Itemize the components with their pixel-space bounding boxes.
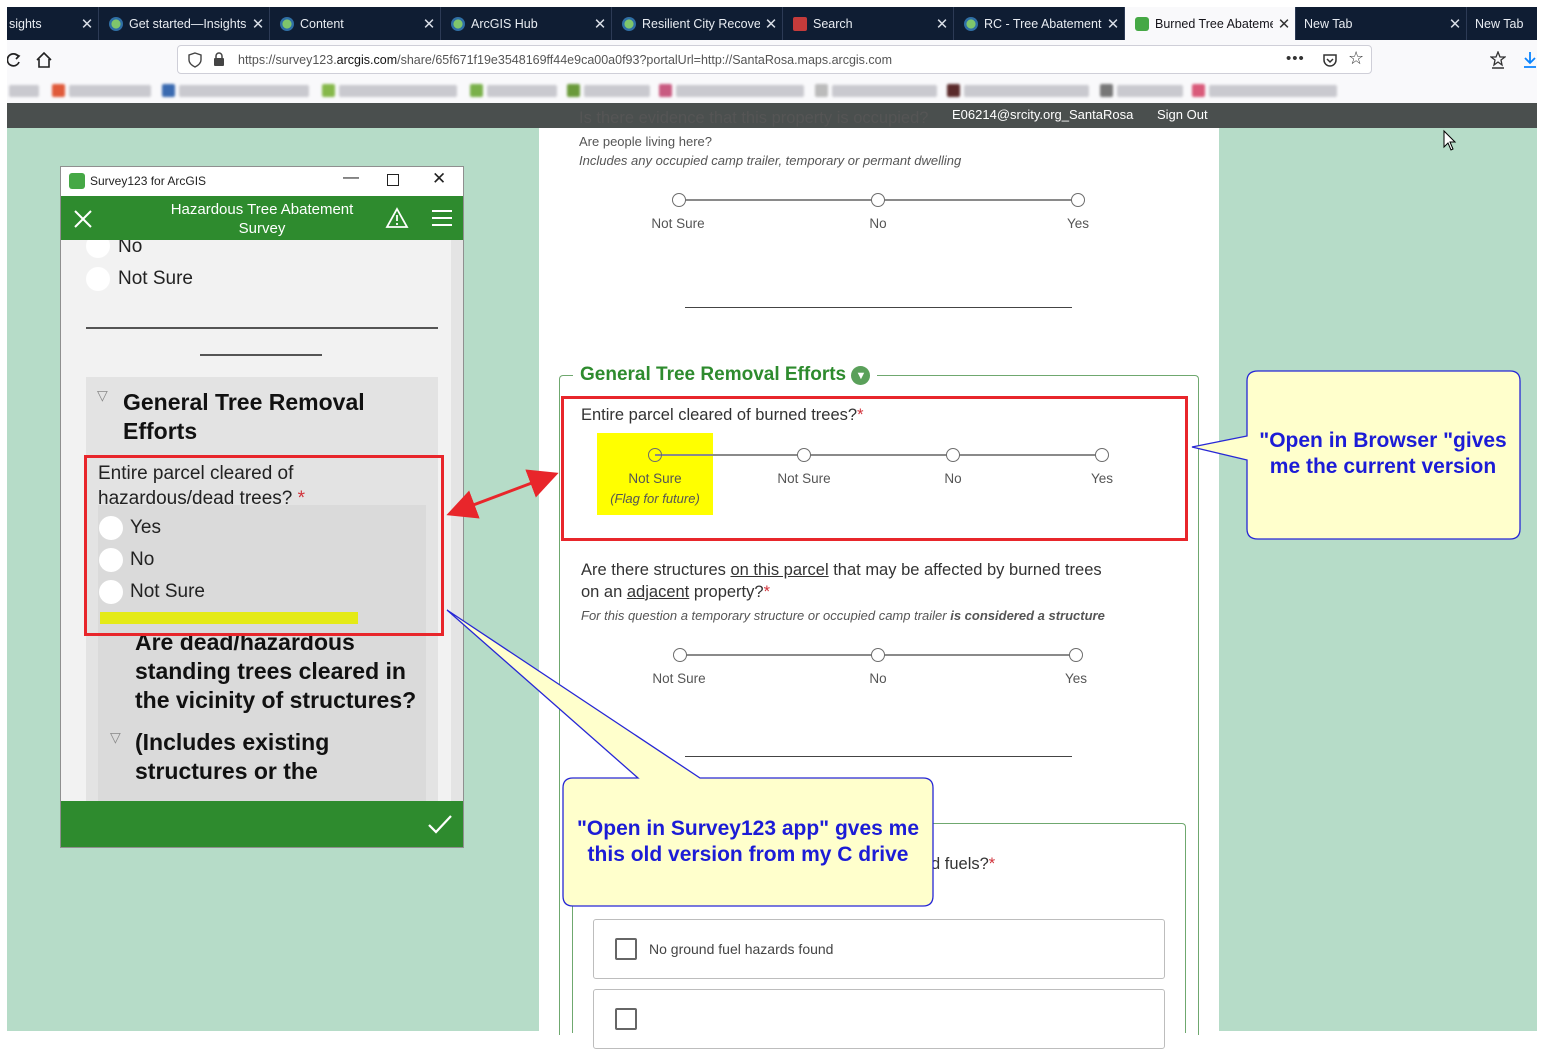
- mouse-cursor-icon: [1443, 129, 1457, 151]
- annotation-overlay: [446, 129, 1521, 907]
- callout-app-text: "Open in Survey123 app" gves me this old…: [576, 817, 920, 866]
- callout-browser-text: "Open in Browser "gives me the current v…: [1259, 429, 1507, 478]
- double-arrow: [446, 469, 559, 519]
